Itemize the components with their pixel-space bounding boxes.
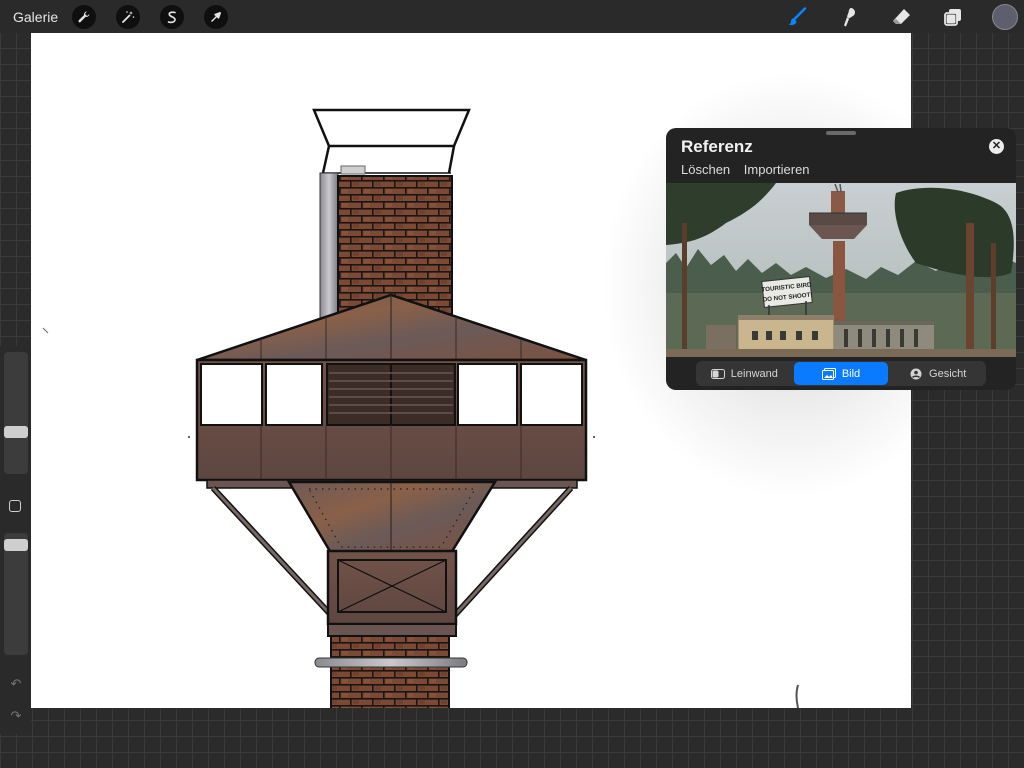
reference-title: Referenz bbox=[681, 137, 753, 156]
modify-button[interactable] bbox=[9, 500, 21, 512]
close-button[interactable]: ✕ bbox=[989, 139, 1004, 154]
right-tool-group bbox=[784, 0, 1024, 33]
reference-photo-art: TOURISTIC BIRD DO NOT SHOOT! bbox=[666, 183, 1016, 357]
undo-icon: ↶ bbox=[10, 676, 22, 691]
segment-canvas[interactable]: Leinwand bbox=[697, 362, 792, 385]
transform-arrow-icon bbox=[211, 11, 222, 22]
smudge-button[interactable] bbox=[836, 4, 862, 30]
wrench-icon bbox=[78, 10, 90, 22]
smudge-icon bbox=[844, 7, 855, 26]
reference-image[interactable]: TOURISTIC BIRD DO NOT SHOOT! bbox=[666, 183, 1016, 357]
canvas-toggle-icon bbox=[710, 368, 725, 379]
opacity-slider[interactable] bbox=[4, 533, 28, 655]
image-icon bbox=[821, 367, 836, 380]
face-icon bbox=[910, 368, 922, 379]
brush-button[interactable] bbox=[784, 4, 810, 30]
redo-button[interactable]: ↷ bbox=[8, 708, 24, 724]
reference-actions: Löschen Importieren bbox=[681, 162, 820, 177]
brush-size-thumb[interactable] bbox=[4, 426, 28, 438]
layers-icon bbox=[944, 8, 961, 26]
transform-button[interactable] bbox=[204, 4, 229, 29]
brush-size-slider[interactable] bbox=[4, 352, 28, 474]
opacity-thumb[interactable] bbox=[4, 539, 28, 551]
magic-wand-icon bbox=[122, 10, 135, 23]
brush-icon bbox=[788, 6, 807, 25]
layers-button[interactable] bbox=[940, 4, 966, 30]
selection-icon bbox=[167, 10, 176, 23]
segment-canvas-label: Leinwand bbox=[730, 367, 778, 380]
eraser-icon bbox=[893, 8, 910, 24]
segment-image-label: Bild bbox=[841, 367, 861, 380]
top-toolbar: Galerie bbox=[0, 0, 1024, 33]
drag-handle[interactable] bbox=[826, 131, 856, 135]
eraser-button[interactable] bbox=[888, 4, 914, 30]
segment-face-label: Gesicht bbox=[929, 367, 967, 380]
reference-panel[interactable]: Referenz ✕ Löschen Importieren TOURISTIC… bbox=[666, 128, 1016, 390]
selection-button[interactable] bbox=[160, 4, 185, 29]
segment-image[interactable]: Bild bbox=[793, 362, 889, 385]
clear-button[interactable]: Löschen bbox=[681, 162, 730, 177]
gallery-button[interactable]: Galerie bbox=[13, 9, 58, 25]
adjustments-button[interactable] bbox=[116, 4, 141, 29]
actions-button[interactable] bbox=[72, 4, 97, 29]
reference-mode-segmented-control: Leinwand Bild Gesicht bbox=[696, 361, 986, 386]
segment-face[interactable]: Gesicht bbox=[890, 362, 985, 385]
redo-icon: ↷ bbox=[10, 708, 22, 723]
color-picker-button[interactable] bbox=[992, 3, 1018, 30]
left-sidebar: ↶ ↷ bbox=[0, 346, 31, 734]
undo-button[interactable]: ↶ bbox=[8, 676, 24, 692]
close-icon: ✕ bbox=[991, 140, 1002, 152]
import-button[interactable]: Importieren bbox=[744, 162, 810, 177]
